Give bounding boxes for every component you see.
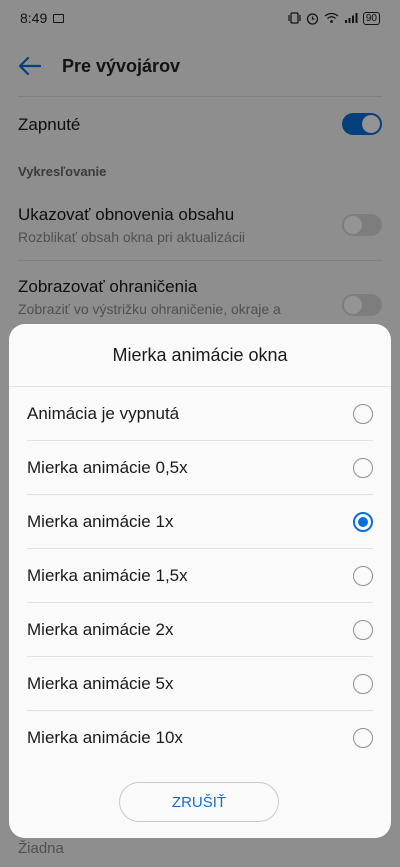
option-label: Animácia je vypnutá bbox=[27, 403, 180, 423]
option-animation-off[interactable]: Animácia je vypnutá bbox=[27, 387, 373, 441]
option-scale-10x[interactable]: Mierka animácie 10x bbox=[27, 711, 373, 765]
option-label: Mierka animácie 5x bbox=[27, 673, 174, 693]
animation-scale-dialog: Mierka animácie okna Animácia je vypnutá… bbox=[9, 324, 391, 838]
option-scale-1-5x[interactable]: Mierka animácie 1,5x bbox=[27, 549, 373, 603]
cancel-button[interactable]: ZRUŠIŤ bbox=[119, 782, 279, 822]
option-label: Mierka animácie 0,5x bbox=[27, 457, 188, 477]
radio-button[interactable] bbox=[353, 619, 373, 640]
option-scale-0-5x[interactable]: Mierka animácie 0,5x bbox=[27, 441, 373, 495]
radio-button[interactable] bbox=[353, 673, 373, 694]
option-label: Mierka animácie 2x bbox=[27, 619, 174, 639]
option-label: Mierka animácie 1x bbox=[27, 511, 174, 531]
option-label: Mierka animácie 10x bbox=[27, 728, 183, 747]
radio-button[interactable] bbox=[353, 565, 373, 586]
radio-button[interactable] bbox=[353, 403, 373, 424]
radio-button[interactable] bbox=[353, 728, 373, 748]
option-list: Animácia je vypnutá Mierka animácie 0,5x… bbox=[9, 387, 391, 765]
dialog-title: Mierka animácie okna bbox=[9, 324, 391, 387]
option-scale-2x[interactable]: Mierka animácie 2x bbox=[27, 603, 373, 657]
option-label: Mierka animácie 1,5x bbox=[27, 565, 188, 585]
option-scale-5x[interactable]: Mierka animácie 5x bbox=[27, 657, 373, 711]
option-scale-1x[interactable]: Mierka animácie 1x bbox=[27, 495, 373, 549]
radio-button[interactable] bbox=[353, 457, 373, 478]
radio-button-selected[interactable] bbox=[353, 511, 373, 532]
